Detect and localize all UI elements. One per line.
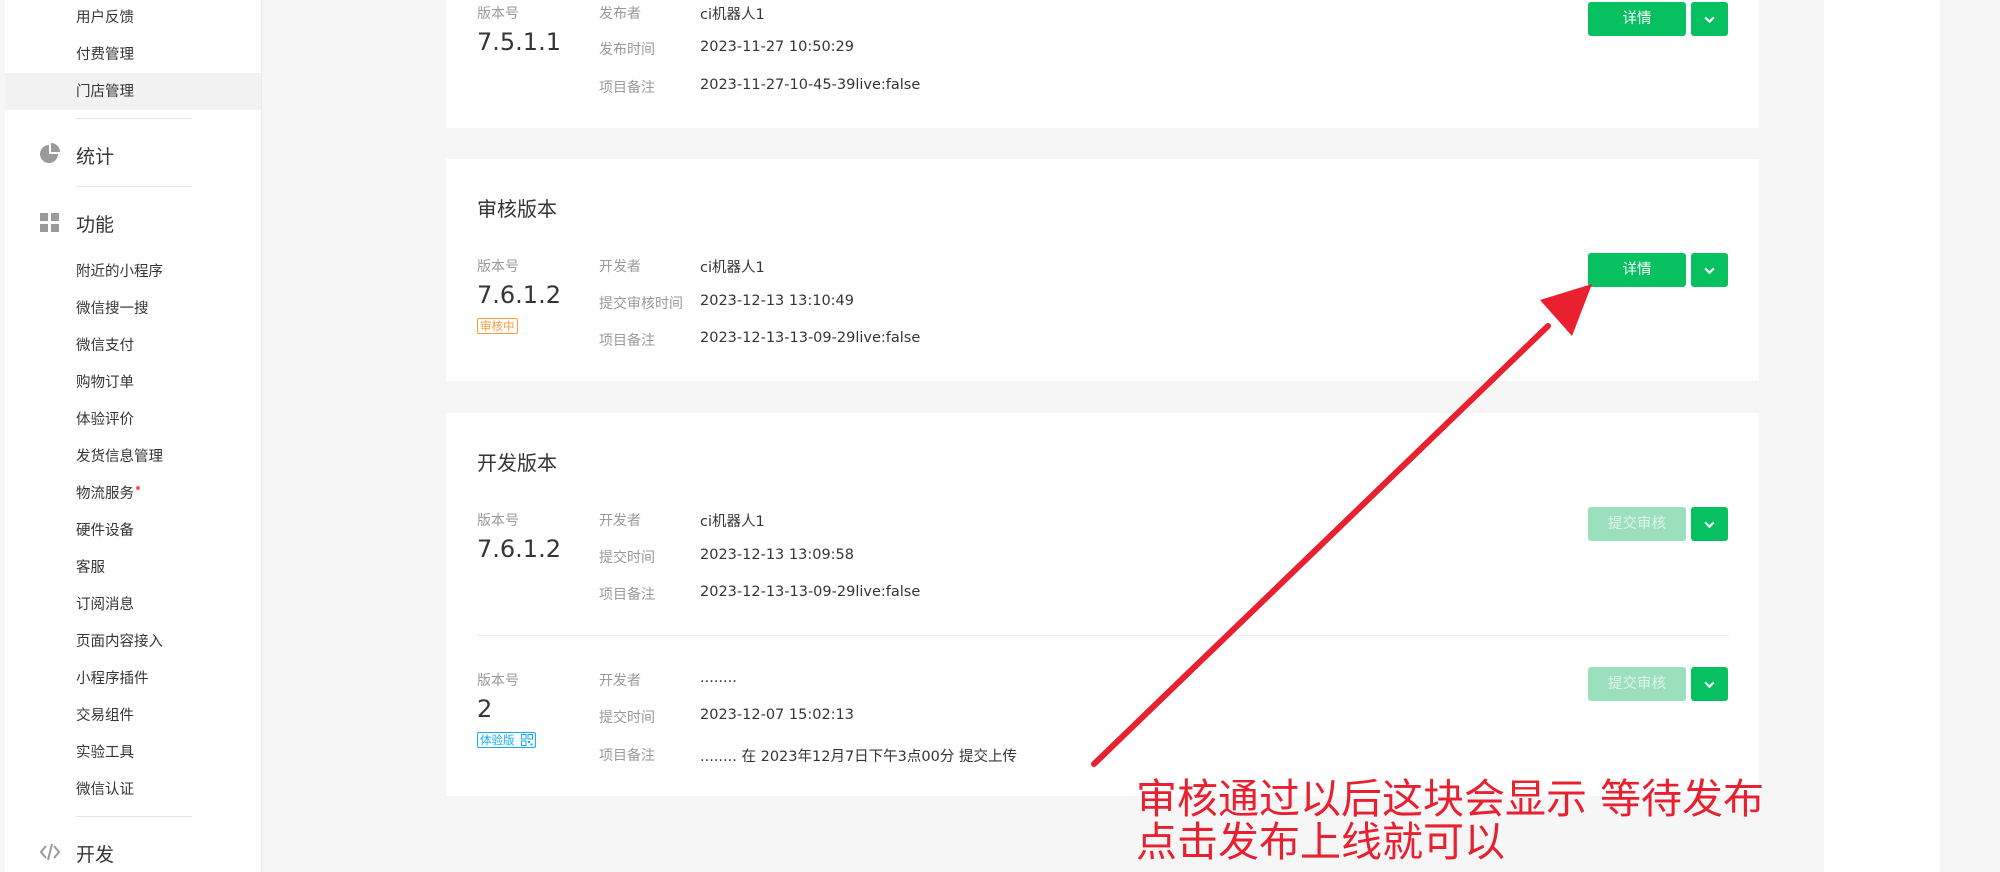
arrow-shaft: [1091, 323, 1551, 767]
annotation-arrow: [1091, 284, 1592, 767]
annotation-text-line-1: 审核通过以后这块会显示 等待发布: [1136, 775, 1765, 823]
annotation-text-line-2: 点击发布上线就可以: [1136, 818, 1505, 866]
